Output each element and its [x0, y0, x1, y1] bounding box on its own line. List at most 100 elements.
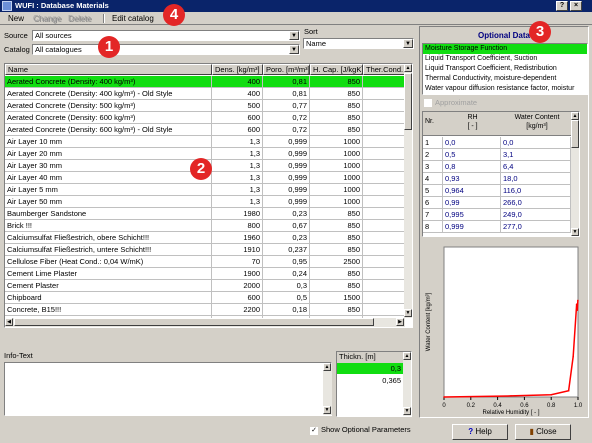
menu-new[interactable]: New [3, 13, 29, 24]
column-header[interactable]: Name [5, 64, 212, 75]
optional-data-item[interactable]: Moisture Storage Function [423, 44, 587, 54]
scroll-down-icon[interactable]: ▼ [403, 407, 411, 415]
hscroll-thumb[interactable] [14, 318, 374, 326]
table-vertical-scrollbar[interactable]: ▲ ▼ [404, 64, 412, 318]
optional-data-item[interactable]: Liquid Transport Coefficient, Suction [423, 54, 587, 64]
scroll-thumb[interactable] [404, 73, 412, 130]
table-row[interactable]: Aerated Concrete (Density: 500 kg/m³) 500… [5, 100, 405, 112]
table-row[interactable]: Cement Lime Plaster 1900 0,24 850 [5, 268, 405, 280]
scroll-right-icon[interactable]: ▶ [396, 318, 404, 326]
rh-table-row[interactable]: 5 0,964 116,0 [423, 185, 571, 197]
rh-table-row[interactable]: 6 0,99 266,0 [423, 197, 571, 209]
menu-change[interactable]: Change [28, 13, 66, 24]
chevron-down-icon[interactable]: ▼ [289, 45, 299, 54]
column-header[interactable]: Dens. [kg/m³] [212, 64, 263, 75]
scroll-up-icon[interactable]: ▲ [571, 112, 579, 120]
menu-bar: New Change Delete Edit catalog [0, 12, 592, 25]
thickness-row-selected[interactable]: 0,3 [337, 363, 403, 374]
table-cell: Air Layer 5 mm [5, 184, 212, 195]
rh-table-row[interactable]: 3 0,8 6,4 [423, 161, 571, 173]
table-body: Aerated Concrete (Density: 400 kg/m³) 400… [5, 76, 405, 327]
rh-table[interactable]: Nr. RH [ - ] Water Content [kg/m³] 1 0,0 0… [422, 111, 580, 237]
close-window-button[interactable]: × [570, 1, 582, 11]
info-textarea[interactable]: ▲ ▼ [4, 362, 332, 416]
menu-edit-catalog[interactable]: Edit catalog [107, 13, 159, 24]
optional-data-item[interactable]: Liquid Transport Coefficient, Redistribu… [423, 64, 587, 74]
table-row[interactable]: Aerated Concrete (Density: 600 kg/m³) 600… [5, 112, 405, 124]
table-cell [363, 244, 405, 255]
scroll-up-icon[interactable]: ▲ [404, 64, 412, 72]
table-cell: 1960 [212, 232, 263, 243]
info-scrollbar[interactable]: ▲ ▼ [323, 363, 332, 415]
table-cell: 2500 [310, 256, 363, 267]
table-row[interactable]: Brick !!! 800 0,67 850 [5, 220, 405, 232]
table-row[interactable]: Calciumsulfat Fließestrich, untere Schic… [5, 244, 405, 256]
help-button[interactable]: ? Help [452, 424, 508, 440]
column-header[interactable]: H. Cap. [J/kgK] [310, 64, 363, 75]
table-row[interactable]: Air Layer 10 mm 1,3 0,999 1000 [5, 136, 405, 148]
catalog-select[interactable]: All catalogues ▼ [32, 44, 300, 55]
table-row[interactable]: Aerated Concrete (Density: 600 kg/m³) - … [5, 124, 405, 136]
table-cell: 0,999 [263, 172, 310, 183]
scroll-left-icon[interactable]: ◀ [5, 318, 13, 326]
thickness-list[interactable]: Thickn. [m] 0,3 0,365 ▲ ▼ [336, 351, 412, 417]
sort-select[interactable]: Name ▼ [303, 38, 414, 49]
table-row[interactable]: Aerated Concrete (Density: 400 kg/m³) - … [5, 88, 405, 100]
table-cell: 0,24 [263, 268, 310, 279]
table-row[interactable]: Air Layer 5 mm 1,3 0,999 1000 [5, 184, 405, 196]
rh-header-rh-unit: [ - ] [467, 123, 478, 130]
approximate-checkbox[interactable] [424, 99, 432, 107]
table-horizontal-scrollbar[interactable]: ◀ ▶ [5, 318, 405, 327]
catalog-value: All catalogues [35, 45, 82, 54]
table-row[interactable]: Cellulose Fiber (Heat Cond.: 0,04 W/mK) 7… [5, 256, 405, 268]
table-row[interactable]: Concrete, B15!!! 2200 0,18 850 [5, 304, 405, 316]
table-cell: 0,999 [263, 148, 310, 159]
column-header[interactable]: Ther.Cond. [363, 64, 405, 75]
menu-delete[interactable]: Delete [63, 13, 96, 24]
rh-table-cell: 6,4 [501, 161, 571, 172]
scroll-down-icon[interactable]: ▼ [571, 228, 579, 236]
show-optional-checkbox[interactable]: ✓ [310, 427, 318, 435]
rh-table-row[interactable]: 1 0,0 0,0 [423, 137, 571, 149]
scroll-up-icon[interactable]: ▲ [403, 352, 411, 360]
rh-table-row[interactable]: 4 0,93 18,0 [423, 173, 571, 185]
thickness-scrollbar[interactable]: ▲ ▼ [403, 352, 411, 416]
optional-data-item[interactable]: Thermal Conductivity, moisture-dependent [423, 74, 587, 84]
rh-table-cell: 0,964 [443, 185, 501, 196]
table-row[interactable]: Calciumsulfat Fließestrich, obere Schich… [5, 232, 405, 244]
optional-data-list[interactable]: Moisture Storage Function Liquid Transpor… [422, 43, 588, 95]
annotation-badge: 1 [98, 36, 120, 58]
chevron-down-icon[interactable]: ▼ [289, 31, 299, 40]
table-cell [363, 76, 405, 87]
x-tick-label: 0.8 [547, 403, 556, 409]
x-tick-label: 0.2 [467, 403, 476, 409]
rh-table-row[interactable]: 7 0,995 249,0 [423, 209, 571, 221]
rh-scrollbar[interactable]: ▲ ▼ [571, 112, 579, 236]
help-title-button[interactable]: ? [556, 1, 568, 11]
table-cell: Cellulose Fiber (Heat Cond.: 0,04 W/mK) [5, 256, 212, 267]
optional-data-item[interactable]: Water vapour diffusion resistance factor… [423, 84, 587, 94]
chevron-down-icon[interactable]: ▼ [403, 39, 413, 48]
optional-data-panel: Optional Data Moisture Storage Function L… [419, 26, 589, 418]
close-button[interactable]: ▮ Close [515, 424, 571, 440]
scroll-down-icon[interactable]: ▼ [323, 406, 331, 414]
rh-table-row[interactable]: 8 0,999 277,0 [423, 221, 571, 233]
column-header[interactable]: Poro. [m³/m³] [263, 64, 310, 75]
table-cell: 1,3 [212, 148, 263, 159]
table-row[interactable]: Chipboard 600 0,5 1500 [5, 292, 405, 304]
scroll-up-icon[interactable]: ▲ [323, 363, 331, 371]
thickness-row[interactable]: 0,365 [337, 375, 403, 386]
scroll-thumb[interactable] [571, 120, 579, 148]
materials-table[interactable]: Name Dens. [kg/m³] Poro. [m³/m³] H. Cap. [J… [4, 63, 413, 328]
rh-table-row[interactable]: 2 0,5 3,1 [423, 149, 571, 161]
table-cell: 0,81 [263, 76, 310, 87]
table-cell: 2000 [212, 280, 263, 291]
table-row[interactable]: Cement Plaster 2000 0,3 850 [5, 280, 405, 292]
table-row-selected[interactable]: Aerated Concrete (Density: 400 kg/m³) 400… [5, 76, 405, 88]
table-row[interactable]: Baumberger Sandstone 1980 0,23 850 [5, 208, 405, 220]
scroll-down-icon[interactable]: ▼ [404, 309, 412, 317]
source-select[interactable]: All sources ▼ [32, 30, 300, 41]
table-cell [363, 268, 405, 279]
table-row[interactable]: Air Layer 50 mm 1,3 0,999 1000 [5, 196, 405, 208]
table-header: Name Dens. [kg/m³] Poro. [m³/m³] H. Cap. [J… [5, 64, 405, 76]
